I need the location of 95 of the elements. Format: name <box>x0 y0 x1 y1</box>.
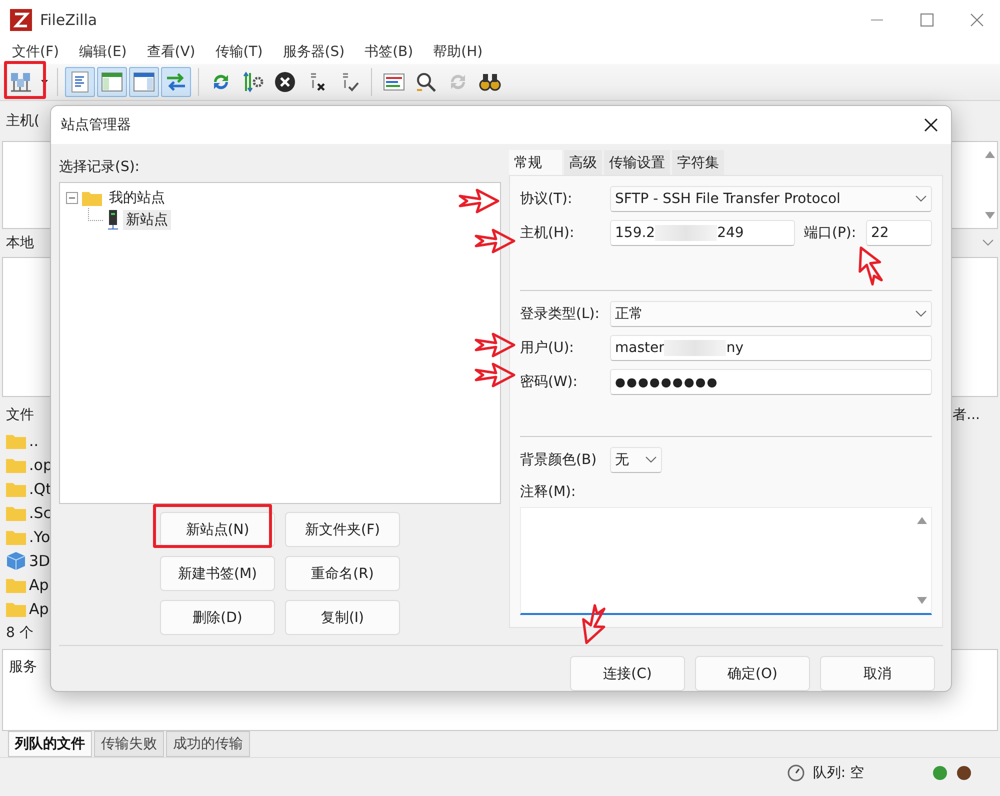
magnifier-icon <box>414 70 438 94</box>
background-color-label: 背景颜色(B) <box>520 451 598 469</box>
logon-type-select[interactable]: 正常 <box>610 301 932 327</box>
protocol-select[interactable]: SFTP - SSH File Transfer Protocol <box>610 186 932 212</box>
annotation-arrow <box>474 228 516 254</box>
dialog-button[interactable]: 新建书签(M) <box>160 556 275 591</box>
gauge-icon <box>786 764 805 782</box>
folder-icon <box>6 529 26 545</box>
tree-label: 选择记录(S): <box>59 158 141 176</box>
caret-icon <box>40 80 48 84</box>
folder-icon <box>6 601 26 617</box>
file-name[interactable]: 3D <box>29 552 50 570</box>
menu-item[interactable]: 帮助(H) <box>425 43 491 61</box>
maximize-icon[interactable] <box>920 13 934 27</box>
port-field[interactable]: 22 <box>866 220 932 246</box>
dialog-button[interactable]: 新站点(N) <box>160 512 275 547</box>
chevron-down-icon <box>645 456 657 464</box>
window-pane-icon <box>132 70 156 94</box>
column-header[interactable]: 文件 <box>6 406 34 424</box>
dialog-title: 站点管理器 <box>61 116 131 134</box>
queue-status: 队列: 空 <box>812 764 864 782</box>
servers-icon <box>9 70 33 94</box>
chevron-down-icon[interactable] <box>982 239 994 247</box>
comments-label: 注释(M): <box>520 483 577 501</box>
dialog-button[interactable]: 连接(C) <box>570 656 685 691</box>
user-label: 用户(U): <box>520 339 575 357</box>
folder-icon <box>6 577 26 593</box>
menu-item[interactable]: 服务器(S) <box>274 43 353 61</box>
annotation-arrow <box>458 188 500 214</box>
dialog-button[interactable]: 新文件夹(F) <box>285 512 400 547</box>
server-icon <box>107 210 119 230</box>
password-label: 密码(W): <box>520 373 578 391</box>
user-field[interactable]: master ny <box>610 335 932 361</box>
column-header[interactable]: 服务 <box>9 659 37 675</box>
app-logo-icon <box>10 9 32 31</box>
menu-item[interactable]: 传输(T) <box>207 43 271 61</box>
queue-tab[interactable]: 传输失败 <box>94 731 164 757</box>
background-color-select[interactable]: 无 <box>610 447 662 473</box>
file-count: 8 个 <box>6 624 34 642</box>
annotation-arrow <box>474 362 516 388</box>
logon-type-label: 登录类型(L): <box>520 305 600 323</box>
dialog-button[interactable]: 重命名(R) <box>285 556 400 591</box>
menu-item[interactable]: 文件(F) <box>4 43 67 61</box>
scroll-down-icon[interactable] <box>917 597 927 605</box>
window-title: FileZilla <box>40 11 98 29</box>
chevron-down-icon <box>915 195 927 203</box>
file-name[interactable]: .Sc <box>29 504 52 522</box>
file-name[interactable]: Ap <box>29 600 49 618</box>
comments-field[interactable] <box>520 507 932 615</box>
tab[interactable]: 常规 <box>509 150 562 175</box>
dialog-button[interactable]: 删除(D) <box>160 600 275 635</box>
menu-item[interactable]: 编辑(E) <box>70 43 135 61</box>
menu-item[interactable]: 书签(B) <box>356 43 422 61</box>
local-site-label: 本地 <box>6 234 34 252</box>
folder-icon <box>6 457 26 473</box>
blurred-area <box>655 225 718 241</box>
tab[interactable]: 字符集 <box>672 150 724 175</box>
dialog-button[interactable]: 确定(O) <box>695 656 810 691</box>
window-pane-icon <box>100 70 124 94</box>
folder-icon <box>6 481 26 497</box>
file-name[interactable]: .. <box>29 432 39 450</box>
scroll-up-icon[interactable] <box>917 516 927 524</box>
protocol-label: 协议(T): <box>520 190 574 208</box>
tree-item[interactable]: 我的站点 <box>106 188 168 208</box>
host-label: 主机(H): <box>520 224 576 242</box>
dialog-button[interactable]: 取消 <box>820 656 935 691</box>
tab[interactable]: 高级 <box>564 150 602 175</box>
close-icon[interactable] <box>923 117 939 133</box>
cancel-icon <box>273 70 297 94</box>
port-label: 端口(P): <box>804 224 858 242</box>
dialog-button[interactable]: 复制(I) <box>285 600 400 635</box>
password-field[interactable]: ●●●●●●●●● <box>610 369 932 395</box>
collapse-icon[interactable] <box>66 192 78 204</box>
queue-tab[interactable]: 列队的文件 <box>8 731 92 757</box>
tab[interactable]: 传输设置 <box>604 150 670 175</box>
scroll-down-icon[interactable] <box>985 212 995 220</box>
tree-item[interactable]: 新站点 <box>123 210 171 230</box>
blurred-area <box>664 340 726 356</box>
folder-icon <box>6 433 26 449</box>
folder-icon <box>6 505 26 521</box>
file-name[interactable]: .Yo <box>29 528 50 546</box>
highlight-frame <box>4 61 46 99</box>
menu-item[interactable]: 查看(V) <box>138 43 204 61</box>
annotation-arrow <box>474 332 516 358</box>
queue-tab[interactable]: 成功的传输 <box>166 731 250 757</box>
folder-icon <box>82 190 102 206</box>
column-header[interactable]: 者... <box>952 406 980 424</box>
file-name[interactable]: Ap <box>29 576 49 594</box>
queue-gear-icon <box>241 70 265 94</box>
scroll-up-icon[interactable] <box>985 150 995 158</box>
chevron-down-icon <box>915 310 927 318</box>
host-label: 主机( <box>6 112 40 130</box>
host-field[interactable]: 159.2 249 <box>610 220 795 246</box>
cube-icon <box>6 552 26 570</box>
file-name[interactable]: .Qt <box>29 480 52 498</box>
